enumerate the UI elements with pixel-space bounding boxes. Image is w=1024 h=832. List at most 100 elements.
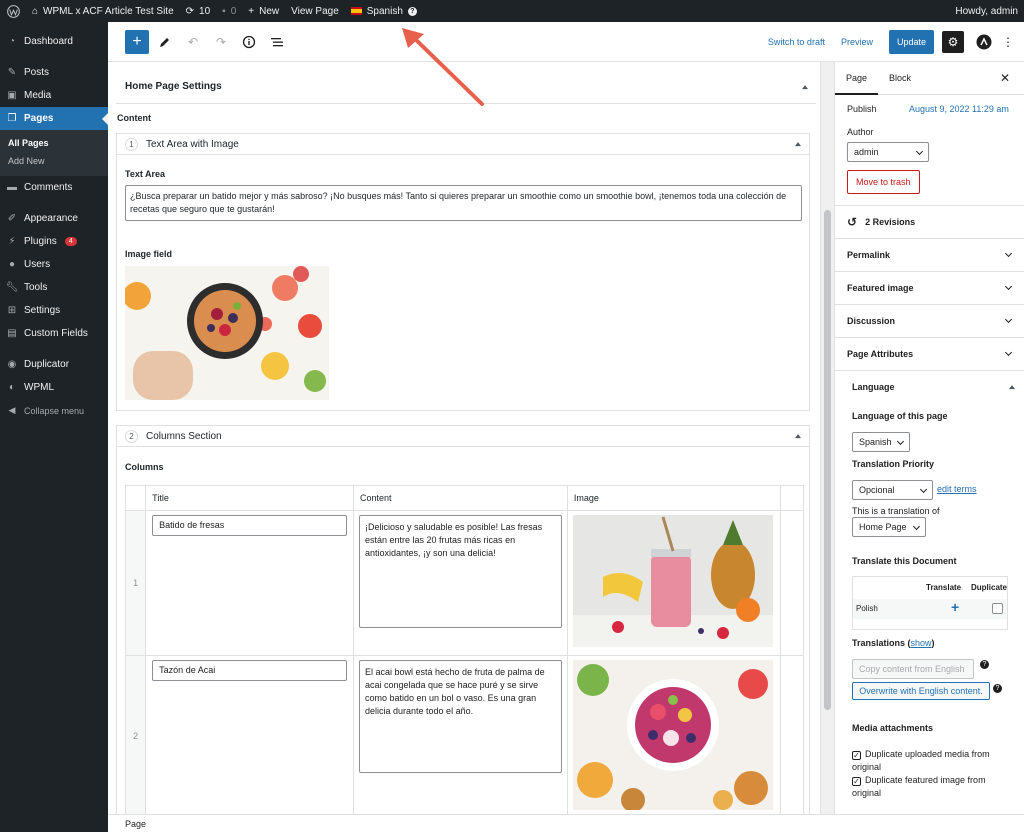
- scrollbar-thumb[interactable]: [824, 210, 831, 710]
- refresh-icon: ⟳: [185, 5, 195, 17]
- translation-priority-select[interactable]: Opcional: [852, 480, 933, 500]
- options-button[interactable]: ⋮: [996, 30, 1020, 54]
- row-actions-cell[interactable]: [779, 510, 805, 656]
- breadcrumb-page[interactable]: Page: [125, 819, 146, 829]
- sidebar-item-users[interactable]: ● Users: [0, 253, 108, 276]
- sidebar-item-plugins[interactable]: ⚡ Plugins 4: [0, 230, 108, 253]
- update-button[interactable]: Update: [888, 29, 934, 54]
- acai-bowl-photo[interactable]: [572, 660, 773, 812]
- details-button[interactable]: [237, 30, 261, 54]
- comment-bubble-icon: ▪: [222, 5, 226, 17]
- layout-header[interactable]: 1 Text Area with Image: [117, 134, 809, 155]
- editor-scrollbar[interactable]: [820, 62, 834, 814]
- copy-content-button[interactable]: Copy content from English: [852, 659, 974, 679]
- layout-title: Columns Section: [146, 430, 222, 442]
- view-page-link[interactable]: View Page: [285, 0, 345, 22]
- sidebar-item-tools[interactable]: 🔧︎ Tools: [0, 276, 108, 299]
- sidebar-item-posts[interactable]: ✎ Posts: [0, 61, 108, 84]
- sidebar-item-wpml[interactable]: ◐ WPML: [0, 376, 108, 399]
- site-name-link[interactable]: ⌂ WPML x ACF Article Test Site: [26, 0, 180, 22]
- text-area-input[interactable]: ¿Busca preparar un batido mejor y más sa…: [125, 185, 802, 221]
- comment-icon: ▬: [7, 182, 17, 193]
- sidebar-item-duplicator[interactable]: ◉ Duplicator: [0, 353, 108, 376]
- language-of-page-label: Language of this page: [852, 411, 948, 421]
- collapse-arrow-icon: [1009, 382, 1015, 390]
- collapse-arrow-icon[interactable]: [795, 431, 801, 439]
- undo-button[interactable]: ↶: [181, 30, 205, 54]
- page-language-select[interactable]: Spanish: [852, 432, 910, 452]
- help-icon[interactable]: ?: [980, 660, 989, 669]
- preview-button[interactable]: Preview: [833, 37, 881, 47]
- section-permalink[interactable]: Permalink: [835, 238, 1024, 271]
- sidebar-item-appearance[interactable]: ✐ Appearance: [0, 207, 108, 230]
- translation-of-select[interactable]: Home Page: [852, 517, 926, 537]
- plus-icon: +: [132, 32, 142, 50]
- content-cell: El acai bowl está hecho de fruta de palm…: [353, 655, 568, 814]
- tab-block[interactable]: Block: [878, 62, 922, 95]
- tab-page[interactable]: Page: [835, 62, 878, 95]
- comments-link[interactable]: ▪ 0: [216, 0, 242, 22]
- list-view-button[interactable]: [265, 30, 289, 54]
- add-translation-plus-icon[interactable]: +: [951, 599, 959, 615]
- edit-terms-link[interactable]: edit terms: [937, 484, 977, 494]
- strawberry-smoothie-photo[interactable]: [572, 515, 773, 647]
- section-label: Discussion: [847, 316, 896, 326]
- section-discussion[interactable]: Discussion: [835, 304, 1024, 337]
- astra-logo-icon: [976, 34, 992, 49]
- settings-toggle-button[interactable]: ⚙: [942, 30, 964, 53]
- language-switcher[interactable]: Spanish ?: [345, 0, 423, 22]
- redo-button[interactable]: ↷: [209, 30, 233, 54]
- title-input[interactable]: Batido de fresas: [152, 515, 347, 536]
- content-textarea[interactable]: El acai bowl está hecho de fruta de palm…: [359, 660, 562, 773]
- revisions-link[interactable]: ↺ 2 Revisions: [835, 205, 1024, 238]
- image-field-preview[interactable]: [125, 266, 329, 400]
- collapse-menu-button[interactable]: ◀ Collapse menu: [0, 399, 108, 422]
- content-textarea[interactable]: ¡Delicioso y saludable es posible! Las f…: [359, 515, 562, 628]
- checkbox-checked-icon[interactable]: ✓: [852, 751, 861, 760]
- duplicate-media-option[interactable]: ✓ Duplicate uploaded media from original: [852, 748, 1012, 774]
- updates-count: 10: [199, 5, 211, 17]
- show-translations-link[interactable]: show: [911, 638, 932, 648]
- move-to-trash-button[interactable]: Move to trash: [847, 170, 920, 194]
- row-number[interactable]: 2: [124, 655, 147, 814]
- sidebar-item-comments[interactable]: ▬ Comments: [0, 176, 108, 199]
- sidebar-item-custom-fields[interactable]: ▤ Custom Fields: [0, 322, 108, 345]
- switch-to-draft-button[interactable]: Switch to draft: [760, 37, 833, 47]
- section-featured-image[interactable]: Featured image: [835, 271, 1024, 304]
- submenu-add-new[interactable]: Add New: [0, 152, 108, 170]
- section-language[interactable]: Language: [835, 370, 1024, 403]
- layout-header[interactable]: 2 Columns Section: [117, 426, 809, 447]
- tools-button[interactable]: [153, 30, 177, 54]
- section-label: Language: [852, 382, 895, 392]
- block-breadcrumb-bar: Page: [108, 814, 1024, 832]
- duplicate-checkbox[interactable]: [992, 603, 1003, 614]
- sidebar-label: Settings: [24, 305, 61, 316]
- submenu-all-pages[interactable]: All Pages: [0, 134, 108, 152]
- duplicate-featured-option[interactable]: ✓ Duplicate featured image from original: [852, 774, 1012, 800]
- overwrite-content-button[interactable]: Overwrite with English content.: [852, 682, 990, 700]
- row-actions-cell[interactable]: [779, 655, 805, 814]
- sidebar-item-media[interactable]: ▣ Media: [0, 84, 108, 107]
- content-cell: ¡Delicioso y saludable es posible! Las f…: [353, 510, 568, 656]
- duplicate-column-header: Duplicate: [971, 583, 1008, 592]
- collapse-arrow-icon[interactable]: [795, 139, 801, 147]
- sidebar-label: Tools: [24, 282, 48, 293]
- publish-date-link[interactable]: August 9, 2022 11:29 am: [909, 104, 1009, 114]
- sidebar-item-pages[interactable]: ❐ Pages: [0, 107, 108, 130]
- new-content-link[interactable]: + New: [242, 0, 285, 22]
- wordpress-logo-icon[interactable]: [0, 0, 26, 22]
- astra-button[interactable]: [972, 30, 996, 54]
- sidebar-item-dashboard[interactable]: ◔ Dashboard: [0, 30, 108, 53]
- author-select[interactable]: admin: [847, 142, 929, 162]
- account-menu[interactable]: Howdy, admin: [949, 0, 1024, 22]
- sidebar-item-settings[interactable]: ⊞ Settings: [0, 299, 108, 322]
- title-input[interactable]: Tazón de Acai: [152, 660, 347, 681]
- close-icon[interactable]: ✕: [1000, 71, 1010, 85]
- checkbox-checked-icon[interactable]: ✓: [852, 777, 861, 786]
- section-page-attributes[interactable]: Page Attributes: [835, 337, 1024, 370]
- add-block-button[interactable]: +: [125, 29, 149, 54]
- updates-link[interactable]: ⟳ 10: [180, 0, 217, 22]
- collapse-arrow-icon[interactable]: [802, 82, 808, 89]
- help-icon[interactable]: ?: [993, 684, 1002, 693]
- row-number[interactable]: 1: [124, 510, 147, 656]
